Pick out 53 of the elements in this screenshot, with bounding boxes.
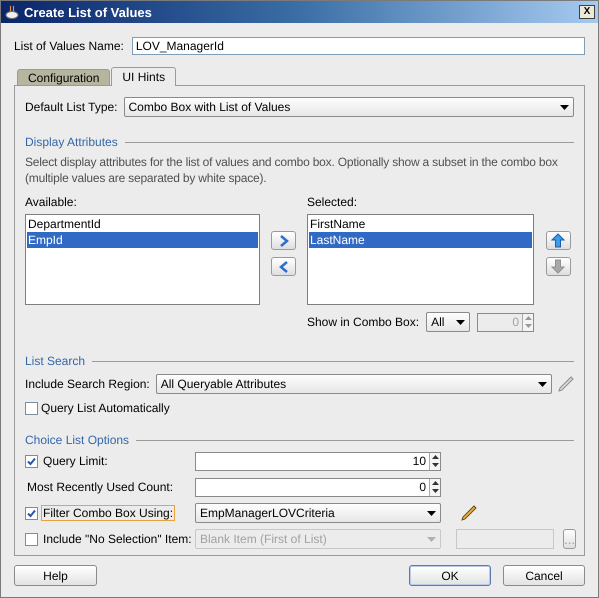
checkbox-label: Query List Automatically [41,401,170,415]
search-region-dropdown[interactable]: All Queryable Attributes [156,374,552,394]
section-heading: Display Attributes [25,135,118,149]
checkbox-label: Include "No Selection" Item: [42,531,193,547]
attribute-list[interactable]: DepartmentId EmpId [25,214,260,305]
pencil-icon[interactable] [461,504,477,522]
field-label: Default List Type: [25,100,118,114]
criteria-dropdown[interactable]: EmpManagerLOVCriteria [195,503,441,523]
dialog-button[interactable]: Cancel [503,565,585,586]
checkbox[interactable] [25,402,38,414]
list-item[interactable]: EmpId [27,232,258,248]
move-up-button[interactable] [546,231,570,250]
checkbox[interactable] [25,506,38,520]
close-button[interactable]: X [579,5,595,19]
checkbox[interactable] [25,454,38,468]
show-dropdown[interactable]: All [426,312,470,332]
checkbox-label: Query Limit: [42,453,109,469]
name-field[interactable]: LOV_ManagerId [132,37,585,55]
arrow-down-icon [551,259,565,274]
spinner-arrows-icon[interactable] [429,452,440,470]
chevron-left-icon [278,260,290,272]
dropdown-arrow-icon[interactable] [560,104,569,110]
field-label: List of Values Name: [14,39,124,53]
description-text: Select display attributes for the list of values and combo box. Optionally show a subset in the combo box (multiple values are separated by white space). [25,154,559,186]
dropdown-arrow-icon[interactable] [456,320,466,324]
section-heading: List Search [25,354,86,368]
attribute-list[interactable]: FirstName LastName [307,214,534,305]
list-item[interactable]: LastName [309,232,532,248]
checkbox-label: Filter Combo Box Using: [41,505,176,521]
list-type-dropdown[interactable]: Combo Box with List of Values [124,97,574,117]
section-heading: Choice List Options [25,433,130,447]
move-left-button[interactable] [271,257,296,276]
tab[interactable]: Configuration [17,69,110,86]
dialog-button[interactable]: Help [14,565,97,586]
list-item[interactable]: FirstName [309,216,532,232]
window-title: Create List of Values [24,4,153,20]
list-item[interactable]: DepartmentId [27,216,258,232]
spinner-arrows-icon[interactable] [429,478,440,496]
checkbox-label: Most Recently Used Count: [26,479,174,495]
field-label: Include Search Region: [25,377,150,391]
list-label: Available: [25,195,78,209]
field-label: Show in Combo Box: [307,315,420,329]
number-spinner[interactable]: 10 [195,452,441,470]
number-spinner[interactable]: 0 [195,478,441,496]
cup-icon [4,4,20,20]
dialog-button[interactable]: OK [409,565,491,586]
chevron-right-icon [278,234,290,246]
dropdown-arrow-icon[interactable] [538,382,547,386]
list-label: Selected: [307,195,358,209]
tab[interactable]: UI Hints [111,67,176,86]
arrow-up-icon [551,233,565,248]
dropdown-arrow-icon[interactable] [427,510,436,516]
move-right-button[interactable] [271,231,296,250]
